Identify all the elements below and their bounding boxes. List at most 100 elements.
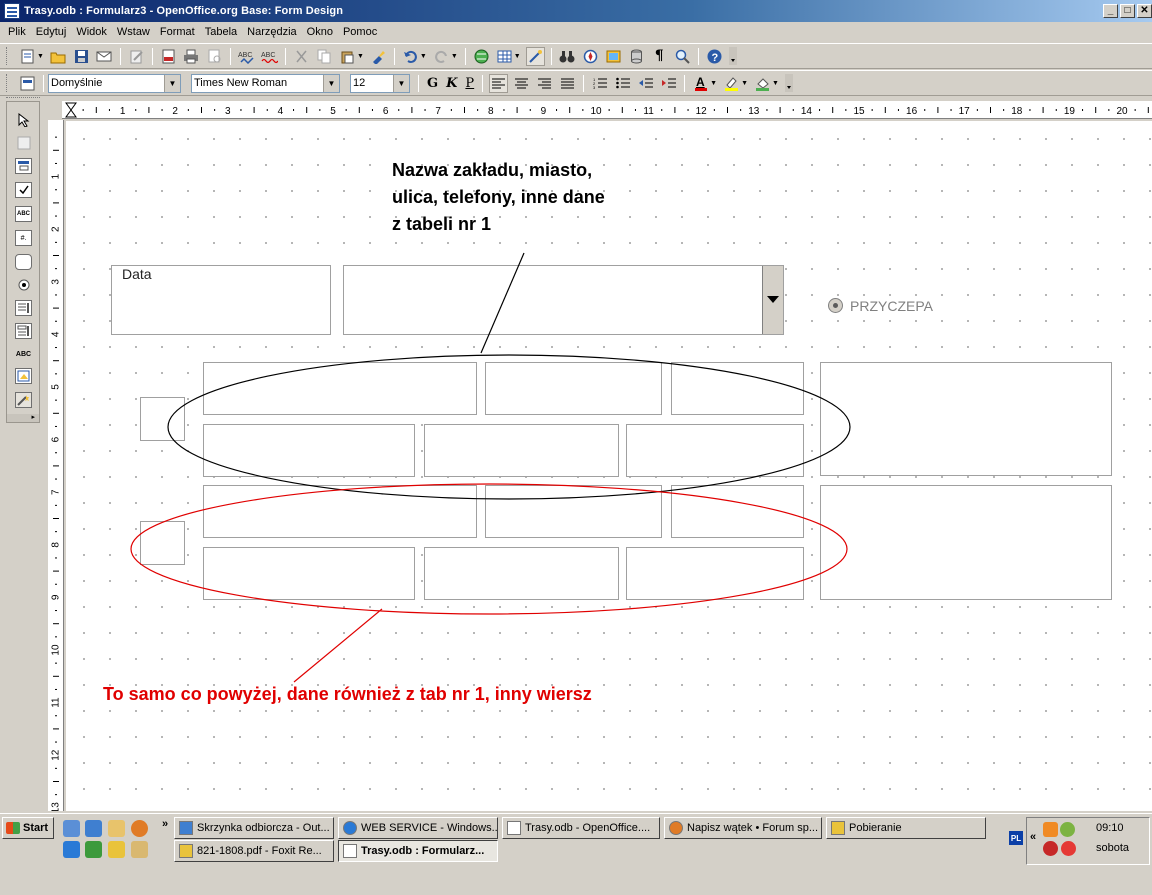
row1-field-a[interactable] <box>203 362 477 415</box>
page-preview-icon[interactable] <box>205 47 224 66</box>
tree-launch-icon[interactable] <box>85 841 102 858</box>
language-indicator[interactable]: PL <box>1009 831 1023 845</box>
tray-security-icon[interactable] <box>1061 841 1076 856</box>
tray-antivirus-icon[interactable] <box>1043 841 1058 856</box>
copy-icon[interactable] <box>315 47 334 66</box>
export-pdf-icon[interactable] <box>159 47 178 66</box>
menu-okno[interactable]: Okno <box>303 26 339 38</box>
align-right-icon[interactable] <box>535 74 554 93</box>
horizontal-ruler[interactable]: 1 2 3 4 5 6 7 8 9 10 11 12 13 14 15 16 17 18 19 20 <box>62 101 1152 119</box>
menu-pomoc[interactable]: Pomoc <box>339 26 383 38</box>
menu-widok[interactable]: Widok <box>72 26 113 38</box>
list-box-control-icon[interactable] <box>15 300 32 316</box>
row1-field-d[interactable] <box>203 424 415 477</box>
tray-network-icon[interactable] <box>1060 822 1075 837</box>
toolbar-options-icon[interactable] <box>784 74 794 93</box>
explorer-launch-icon[interactable] <box>108 820 125 837</box>
save-icon[interactable] <box>72 47 91 66</box>
align-justify-icon[interactable] <box>558 74 577 93</box>
menu-plik[interactable]: Plik <box>4 26 32 38</box>
chevron-down-icon[interactable]: ▼ <box>164 74 180 92</box>
underline-button[interactable]: P <box>465 76 474 91</box>
navigator-compass-icon[interactable] <box>581 47 600 66</box>
menu-wstaw[interactable]: Wstaw <box>113 26 156 38</box>
email-icon[interactable] <box>95 47 114 66</box>
combo-box-control-icon[interactable] <box>15 323 32 339</box>
label-field-icon[interactable]: ABC <box>15 346 32 362</box>
radio-przyczepa[interactable] <box>828 298 843 313</box>
paragraph-style-combo[interactable]: Domyślnie ▼ <box>48 73 181 93</box>
firefox-launch-icon[interactable] <box>131 820 148 837</box>
row2-field-f[interactable] <box>626 547 804 600</box>
cut-icon[interactable] <box>292 47 311 66</box>
font-color-icon[interactable]: A <box>691 74 710 93</box>
close-button[interactable]: ✕ <box>1137 4 1152 18</box>
edit-file-icon[interactable] <box>127 47 146 66</box>
help-icon[interactable]: ? <box>705 47 724 66</box>
clock-time[interactable]: 09:10 <box>1096 822 1124 834</box>
increase-indent-icon[interactable] <box>659 74 678 93</box>
toolbar-grip[interactable] <box>6 74 10 92</box>
task-forum[interactable]: Napisz wątek • Forum sp... <box>664 817 822 839</box>
chevron-down-icon[interactable]: ▼ <box>393 74 409 92</box>
chevron-down-icon[interactable]: ▼ <box>323 74 339 92</box>
clipboard-launch-icon[interactable] <box>131 841 148 858</box>
formatted-field-icon[interactable]: #. <box>15 230 32 246</box>
row2-field-e[interactable] <box>424 547 619 600</box>
row1-small-field[interactable] <box>140 397 185 441</box>
navigator-globe-icon[interactable] <box>472 47 491 66</box>
show-draw-functions-icon[interactable] <box>525 46 545 66</box>
menu-narzedzia[interactable]: Narzędzia <box>243 26 303 38</box>
more-controls-icon[interactable] <box>15 368 32 384</box>
task-trasy-odb[interactable]: Trasy.odb - OpenOffice.... <box>502 817 660 839</box>
new-document-icon[interactable] <box>18 47 37 66</box>
chevron-down-icon[interactable]: ▼ <box>710 80 717 87</box>
form-canvas[interactable]: Data PRZYCZEPA Nazwa zakładu, miasto, ul… <box>66 121 1152 811</box>
toolbar-options-icon[interactable] <box>728 47 738 66</box>
clone-formatting-icon[interactable] <box>369 47 388 66</box>
task-web-service[interactable]: WEB SERVICE - Windows... <box>338 817 498 839</box>
start-button[interactable]: Start <box>2 817 54 839</box>
bullets-icon[interactable] <box>613 74 632 93</box>
gallery-icon[interactable] <box>604 47 623 66</box>
toolbar-grip[interactable] <box>6 47 10 65</box>
nonprinting-characters-icon[interactable]: ¶ <box>650 47 669 66</box>
text-box-control-icon[interactable]: ABC <box>15 206 32 222</box>
toolbar-grip[interactable] <box>6 97 40 100</box>
table-icon[interactable] <box>495 47 514 66</box>
align-left-icon[interactable] <box>489 73 509 93</box>
wizards-on-off-icon[interactable] <box>15 392 32 408</box>
numbering-icon[interactable]: 123 <box>590 74 609 93</box>
decrease-indent-icon[interactable] <box>636 74 655 93</box>
menu-tabela[interactable]: Tabela <box>201 26 243 38</box>
row1-field-c[interactable] <box>671 362 804 415</box>
chevron-down-icon[interactable]: ▼ <box>357 53 364 60</box>
row1-field-f[interactable] <box>626 424 804 477</box>
row2-field-c[interactable] <box>671 485 804 538</box>
bold-button[interactable]: G <box>427 76 438 91</box>
ie-launch-icon[interactable] <box>63 841 80 858</box>
data-sources-icon[interactable] <box>627 47 646 66</box>
chevron-down-icon[interactable]: ▼ <box>420 53 427 60</box>
folder-launch-icon[interactable] <box>108 841 125 858</box>
design-mode-icon[interactable] <box>15 135 32 151</box>
undo-icon[interactable] <box>401 47 420 66</box>
italic-button[interactable]: K <box>446 76 457 91</box>
show-desktop-icon[interactable] <box>63 820 80 837</box>
redo-icon[interactable] <box>432 47 451 66</box>
chevron-down-icon[interactable]: ▼ <box>741 80 748 87</box>
task-pobieranie[interactable]: Pobieranie <box>826 817 986 839</box>
font-name-combo[interactable]: Times New Roman ▼ <box>191 73 340 93</box>
push-button-control-icon[interactable] <box>15 254 32 270</box>
menu-edytuj[interactable]: Edytuj <box>32 26 73 38</box>
task-form-design[interactable]: Trasy.odb : Formularz... <box>338 840 498 862</box>
chevron-down-icon[interactable] <box>762 266 783 334</box>
maximize-button[interactable]: □ <box>1120 4 1135 18</box>
vertical-ruler[interactable]: 1 2 3 4 5 6 7 8 9 10 11 12 13 <box>48 120 64 811</box>
chevron-down-icon[interactable]: ▼ <box>37 53 44 60</box>
font-size-combo[interactable]: 12 ▼ <box>350 73 410 93</box>
paste-icon[interactable] <box>338 47 357 66</box>
company-combo-box[interactable] <box>343 265 784 335</box>
find-replace-binoculars-icon[interactable] <box>558 47 577 66</box>
checkbox-control-icon[interactable] <box>15 182 32 198</box>
